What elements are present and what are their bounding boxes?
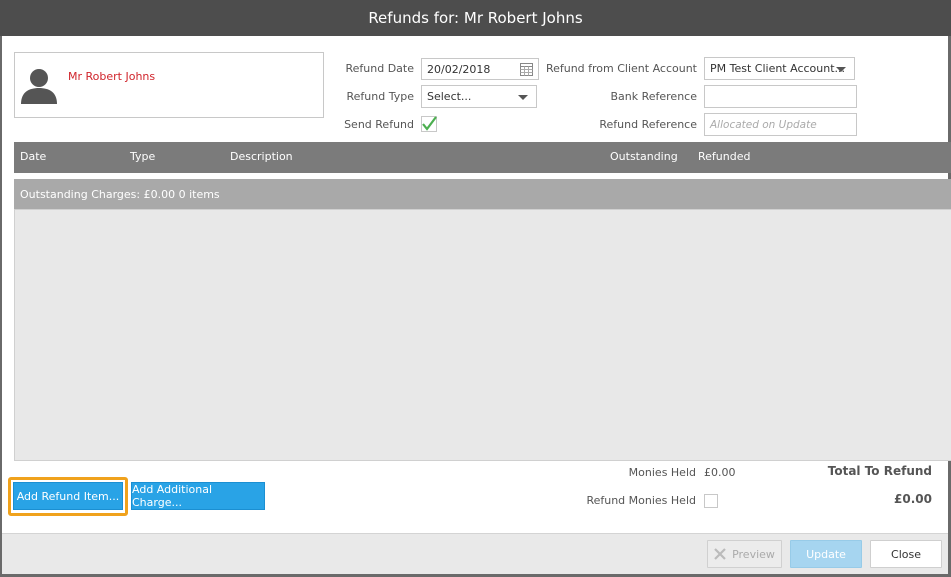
column-header-refunded[interactable]: Refunded: [698, 150, 750, 163]
checkmark-icon: [421, 116, 437, 132]
update-button[interactable]: Update: [790, 540, 862, 568]
monies-held-label: Monies Held: [628, 466, 696, 479]
refund-date-label: Refund Date: [345, 62, 414, 75]
monies-held-value: £0.00: [704, 466, 736, 479]
preview-button-label: Preview: [732, 547, 775, 561]
column-header-outstanding[interactable]: Outstanding: [610, 150, 678, 163]
refund-type-label: Refund Type: [346, 90, 414, 103]
refund-monies-held-label: Refund Monies Held: [586, 494, 696, 507]
refund-reference-placeholder: Allocated on Update: [710, 118, 817, 131]
refund-from-label: Refund from Client Account: [545, 62, 697, 75]
calendar-icon[interactable]: [520, 63, 533, 79]
add-additional-charge-button[interactable]: Add Additional Charge...: [131, 482, 265, 510]
refund-from-value: PM Test Client Account...: [710, 62, 846, 75]
window-title: Refunds for: Mr Robert Johns: [368, 9, 583, 27]
client-name[interactable]: Mr Robert Johns: [68, 70, 155, 83]
total-to-refund-label: Total To Refund: [827, 464, 932, 478]
grid-body: [14, 209, 951, 461]
refund-reference-label: Refund Reference: [599, 118, 697, 131]
close-x-icon: [714, 548, 726, 560]
chevron-down-icon: [836, 67, 846, 72]
refund-reference-input[interactable]: Allocated on Update: [704, 113, 857, 136]
grid-group-row: Outstanding Charges: £0.00 0 items: [14, 179, 951, 209]
refund-type-select[interactable]: Select...: [421, 85, 537, 108]
user-avatar-icon: [18, 66, 60, 104]
refund-from-select[interactable]: PM Test Client Account...: [704, 57, 855, 80]
column-header-type[interactable]: Type: [130, 150, 155, 163]
preview-button[interactable]: Preview: [707, 540, 782, 568]
refund-date-field[interactable]: 20/02/2018: [421, 58, 539, 80]
send-refund-label: Send Refund: [344, 118, 414, 131]
bank-reference-label: Bank Reference: [610, 90, 697, 103]
column-header-description[interactable]: Description: [230, 150, 293, 163]
grid-header: Date Type Description Outstanding Refund…: [14, 142, 951, 173]
add-refund-item-button[interactable]: Add Refund Item...: [13, 482, 123, 510]
refund-type-value: Select...: [427, 90, 472, 103]
close-button[interactable]: Close: [870, 540, 942, 568]
send-refund-checkbox[interactable]: [421, 116, 437, 132]
client-card: [14, 52, 324, 118]
refund-date-value: 20/02/2018: [427, 62, 491, 76]
column-header-date[interactable]: Date: [20, 150, 46, 163]
group-row-label: Outstanding Charges: £0.00 0 items: [20, 187, 220, 201]
refund-monies-held-checkbox[interactable]: [704, 494, 718, 508]
window-title-bar: Refunds for: Mr Robert Johns: [0, 0, 951, 36]
window-frame-left: [0, 36, 2, 577]
total-to-refund-value: £0.00: [894, 492, 932, 506]
bank-reference-input[interactable]: [704, 85, 857, 108]
chevron-down-icon: [518, 95, 528, 100]
